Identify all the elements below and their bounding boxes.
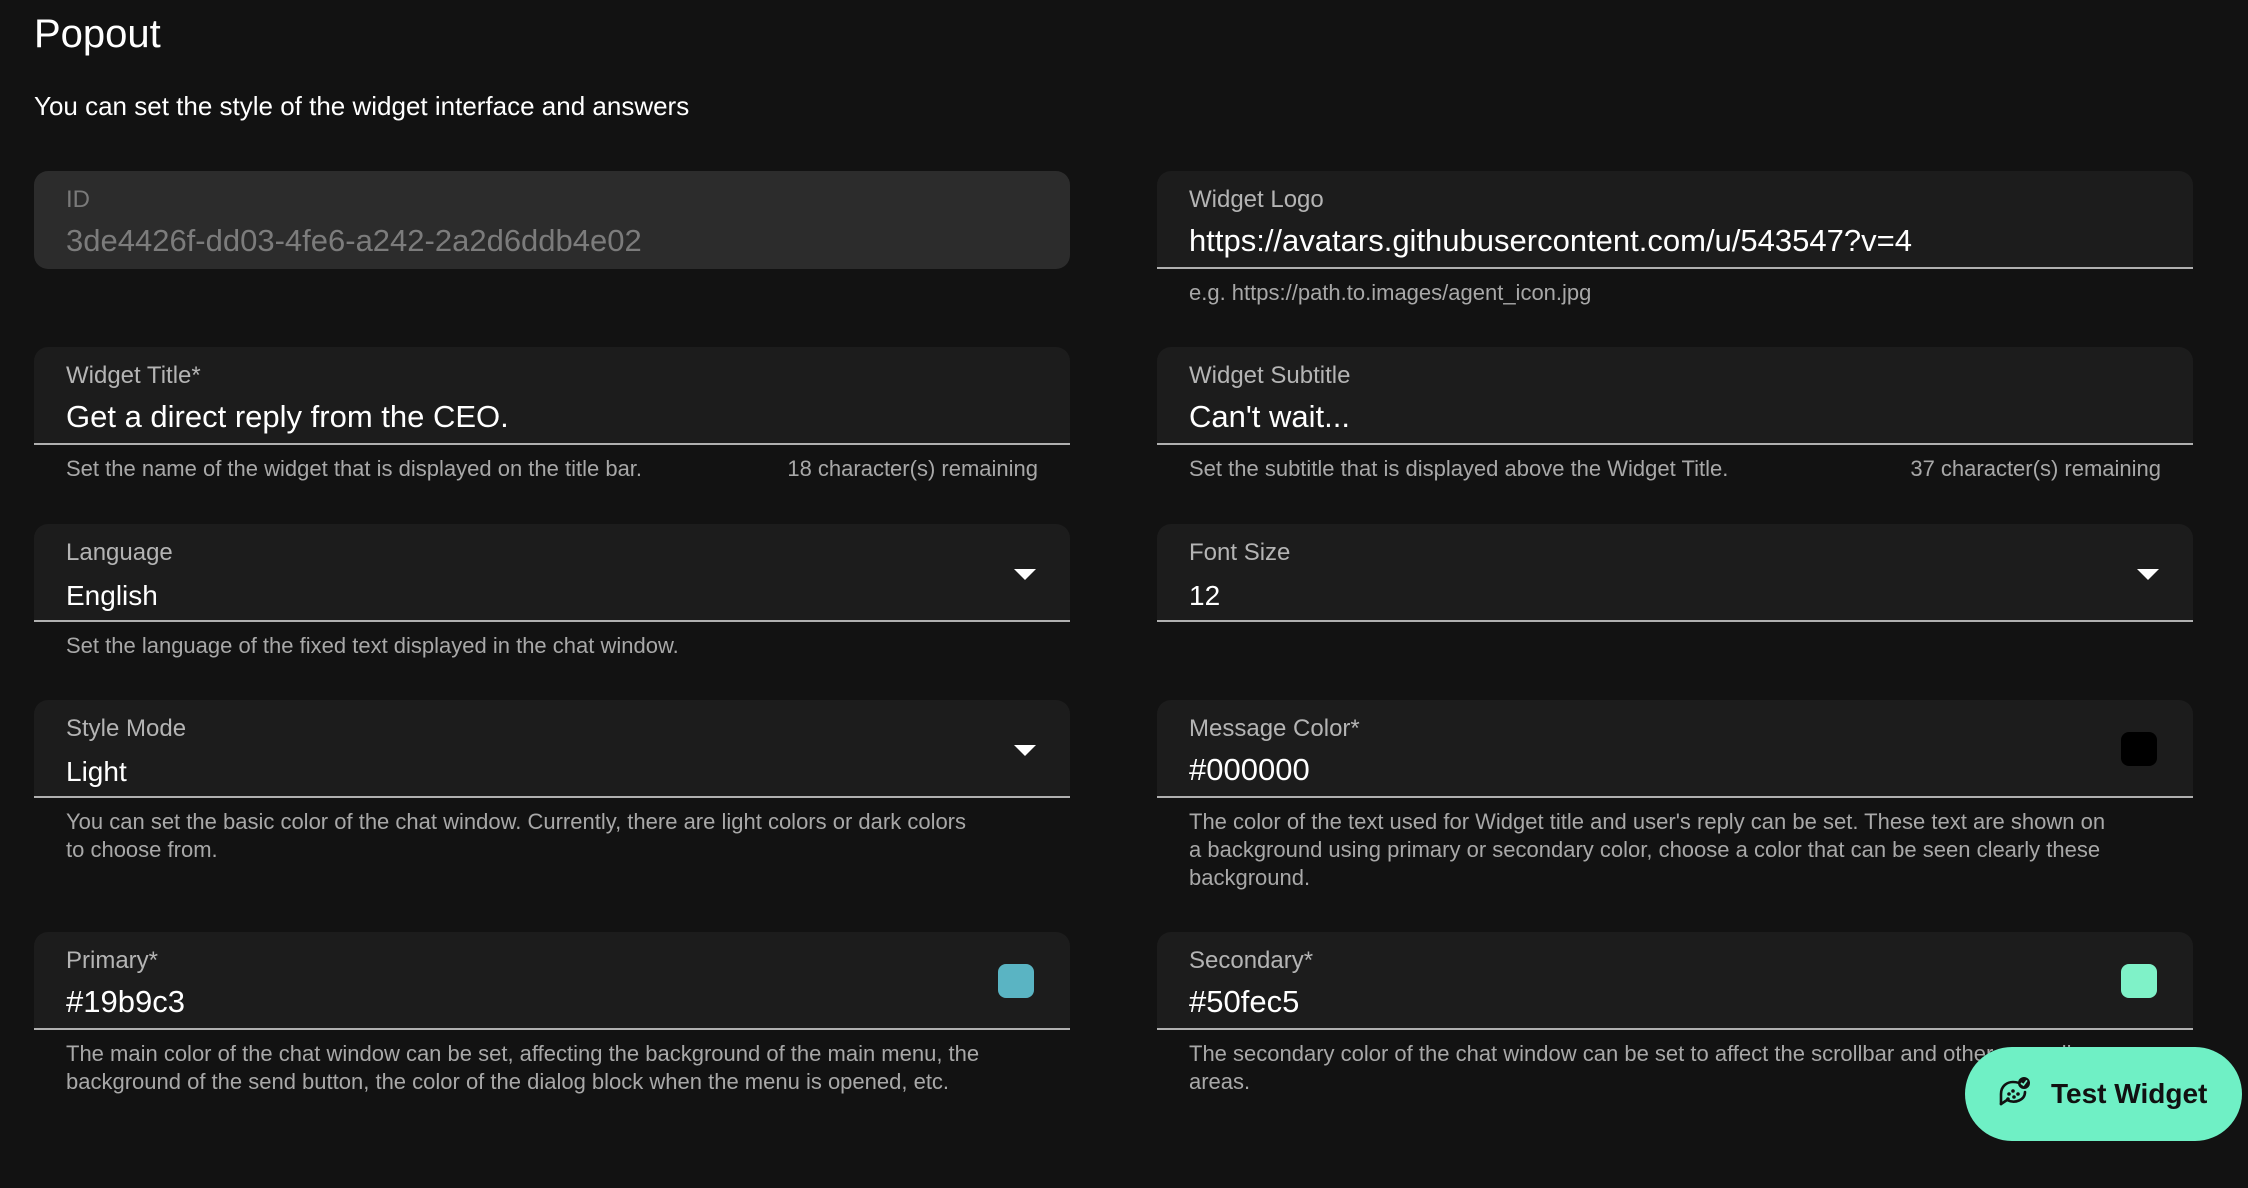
required-mark: * <box>1350 715 1360 742</box>
primary-helper: The main color of the chat window can be… <box>34 1030 1070 1096</box>
id-field-box: ID 3de4426f-dd03-4fe6-a242-2a2d6ddb4e02 <box>34 171 1070 269</box>
required-mark: * <box>191 362 201 389</box>
secondary-value[interactable]: #50fec5 <box>1189 984 1299 1020</box>
secondary-color-input[interactable]: Secondary* #50fec5 <box>1157 932 2193 1030</box>
chevron-down-icon[interactable] <box>1014 569 1036 580</box>
required-mark: * <box>1303 947 1314 974</box>
test-widget-label: Test Widget <box>2051 1078 2208 1109</box>
primary-color-input[interactable]: Primary* #19b9c3 <box>34 932 1070 1030</box>
id-field: ID 3de4426f-dd03-4fe6-a242-2a2d6ddb4e02 <box>34 171 1070 269</box>
widget-title-counter: 18 character(s) remaining <box>787 456 1038 481</box>
secondary-label: Secondary* <box>1189 946 1313 976</box>
message-color-label-text: Message Color <box>1189 715 1351 742</box>
page-subtitle: You can set the style of the widget inte… <box>34 91 690 121</box>
style-mode-helper-text: You can set the basic color of the chat … <box>66 809 967 862</box>
widget-title-helper: Set the name of the widget that is displ… <box>34 445 1070 483</box>
widget-subtitle-input[interactable]: Widget Subtitle Can't wait... <box>1157 347 2193 445</box>
message-color-input[interactable]: Message Color* #000000 <box>1157 700 2193 798</box>
language-helper-text: Set the language of the fixed text displ… <box>66 633 679 658</box>
language-select[interactable]: Language English <box>34 524 1070 622</box>
widget-title-field: Widget Title* Get a direct reply from th… <box>34 347 1070 483</box>
widget-logo-field: Widget Logo https://avatars.githubuserco… <box>1157 171 2193 307</box>
font-size-select[interactable]: Font Size 12 <box>1157 524 2193 622</box>
primary-helper-text: The main color of the chat window can be… <box>66 1041 980 1094</box>
language-value: English <box>66 580 158 611</box>
font-size-label: Font Size <box>1189 539 1291 566</box>
id-value: 3de4426f-dd03-4fe6-a242-2a2d6ddb4e02 <box>66 223 642 258</box>
widget-title-label-text: Widget Title <box>66 362 192 389</box>
chevron-down-icon[interactable] <box>1014 745 1036 756</box>
message-color-helper: The color of the text used for Widget ti… <box>1157 798 2193 892</box>
message-color-field: Message Color* #000000 The color of the … <box>1157 700 2193 892</box>
style-mode-value: Light <box>66 756 127 787</box>
widget-title-label: Widget Title* <box>66 361 201 391</box>
primary-label-text: Primary <box>66 947 149 974</box>
font-size-field: Font Size 12 <box>1157 524 2193 622</box>
widget-logo-label: Widget Logo <box>1189 186 1324 213</box>
widget-logo-value[interactable]: https://avatars.githubusercontent.com/u/… <box>1189 223 1912 259</box>
required-mark: * <box>148 947 159 974</box>
widget-title-helper-text: Set the name of the widget that is displ… <box>66 456 643 481</box>
style-mode-field: Style Mode Light You can set the basic c… <box>34 700 1070 864</box>
widget-logo-input[interactable]: Widget Logo https://avatars.githubuserco… <box>1157 171 2193 269</box>
style-mode-helper: You can set the basic color of the chat … <box>34 798 1070 864</box>
widget-subtitle-helper-text: Set the subtitle that is displayed above… <box>1189 456 1729 481</box>
widget-logo-helper: e.g. https://path.to.images/agent_icon.j… <box>1157 269 2193 307</box>
chevron-down-icon[interactable] <box>2137 569 2159 580</box>
font-size-value: 12 <box>1189 580 1221 611</box>
widget-chat-icon <box>1999 1077 2030 1106</box>
widget-subtitle-field: Widget Subtitle Can't wait... Set the su… <box>1157 347 2193 483</box>
widget-subtitle-label: Widget Subtitle <box>1189 362 1351 389</box>
widget-subtitle-helper: Set the subtitle that is displayed above… <box>1157 445 2193 483</box>
language-field: Language English Set the language of the… <box>34 524 1070 660</box>
widget-logo-helper-text: e.g. https://path.to.images/agent_icon.j… <box>1189 280 1592 305</box>
message-color-value[interactable]: #000000 <box>1189 752 1310 788</box>
widget-title-value[interactable]: Get a direct reply from the CEO. <box>66 399 509 435</box>
message-color-helper-text: The color of the text used for Widget ti… <box>1189 809 2106 890</box>
widget-title-input[interactable]: Widget Title* Get a direct reply from th… <box>34 347 1070 445</box>
widget-subtitle-counter: 37 character(s) remaining <box>1910 456 2161 481</box>
secondary-label-text: Secondary <box>1189 947 1304 974</box>
primary-color-field: Primary* #19b9c3 The main color of the c… <box>34 932 1070 1096</box>
widget-subtitle-value[interactable]: Can't wait... <box>1189 399 1350 435</box>
message-color-label: Message Color* <box>1189 714 1360 744</box>
style-mode-label: Style Mode <box>66 715 187 742</box>
primary-color-swatch[interactable] <box>998 964 1034 998</box>
primary-value[interactable]: #19b9c3 <box>66 984 185 1020</box>
language-label: Language <box>66 539 173 566</box>
style-mode-select[interactable]: Style Mode Light <box>34 700 1070 798</box>
message-color-swatch[interactable] <box>2121 732 2157 766</box>
test-widget-button[interactable]: Test Widget <box>1965 1047 2242 1141</box>
secondary-color-swatch[interactable] <box>2121 964 2157 998</box>
language-helper: Set the language of the fixed text displ… <box>34 622 1070 660</box>
id-label: ID <box>66 186 90 213</box>
primary-label: Primary* <box>66 946 158 976</box>
page-title: Popout <box>34 12 161 56</box>
